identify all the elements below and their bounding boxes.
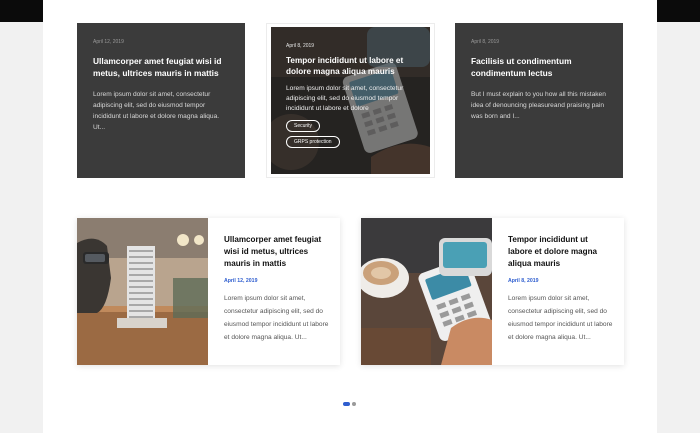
post-card-horizontal[interactable]: Ullamcorper amet feugiat wisi id metus, … bbox=[77, 218, 340, 365]
post-thumbnail[interactable] bbox=[77, 218, 208, 365]
post-card-dark[interactable]: April 12, 2019 Ullamcorper amet feugiat … bbox=[77, 23, 245, 178]
post-excerpt: Lorem ipsum dolor sit amet, consectetur … bbox=[224, 295, 329, 341]
post-date[interactable]: April 12, 2019 bbox=[224, 278, 330, 284]
tag-security[interactable]: Security bbox=[286, 120, 321, 132]
pagination-dot-active[interactable] bbox=[343, 402, 350, 406]
post-excerpt: Lorem ipsum dolor sit amet, consectetur … bbox=[508, 295, 613, 341]
post-title[interactable]: Ullamcorper amet feugiat wisi id metus, … bbox=[224, 234, 330, 270]
post-title[interactable]: Facilisis ut condimentum condimentum lec… bbox=[471, 55, 607, 79]
pagination-dot[interactable] bbox=[352, 402, 356, 406]
vr-building-model-photo bbox=[77, 218, 208, 365]
post-card-photo[interactable]: April 8, 2019 Tempor incididunt ut labor… bbox=[271, 27, 430, 174]
payment-terminal-photo bbox=[361, 218, 492, 365]
tag-grps-protection[interactable]: GRPS protection bbox=[286, 136, 340, 148]
post-date[interactable]: April 8, 2019 bbox=[508, 278, 614, 284]
post-card-dark[interactable]: April 8, 2019 Facilisis ut condimentum c… bbox=[455, 23, 623, 178]
post-card-horizontal[interactable]: Tempor incididunt ut labore et dolore ma… bbox=[361, 218, 624, 365]
post-title[interactable]: Tempor incididunt ut labore et dolore ma… bbox=[286, 55, 415, 77]
post-title[interactable]: Ullamcorper amet feugiat wisi id metus, … bbox=[93, 55, 229, 79]
post-date: April 8, 2019 bbox=[471, 39, 500, 45]
post-excerpt: But I must explain to you how all this m… bbox=[471, 91, 606, 120]
post-excerpt: Lorem ipsum dolor sit amet, consectetur … bbox=[93, 91, 220, 131]
post-excerpt: Lorem ipsum dolor sit amet, consectetur … bbox=[286, 85, 404, 112]
post-date: April 8, 2019 bbox=[286, 43, 315, 49]
post-date: April 12, 2019 bbox=[93, 39, 124, 45]
post-title[interactable]: Tempor incididunt ut labore et dolore ma… bbox=[508, 234, 614, 270]
post-thumbnail[interactable] bbox=[361, 218, 492, 365]
